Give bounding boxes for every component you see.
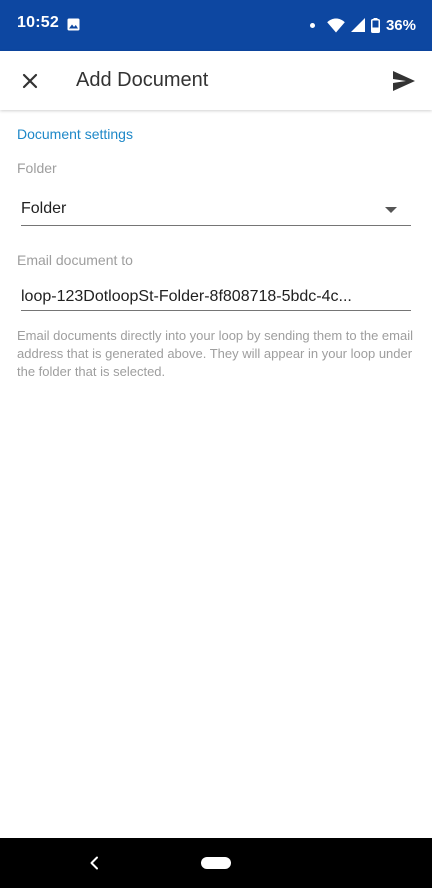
photo-icon bbox=[67, 18, 80, 31]
app-bar: Add Document bbox=[0, 51, 432, 110]
page-title: Add Document bbox=[76, 69, 209, 91]
home-pill-icon[interactable] bbox=[201, 857, 231, 869]
close-button[interactable] bbox=[14, 65, 46, 97]
section-title: Document settings bbox=[17, 126, 133, 142]
dropdown-caret-icon bbox=[385, 207, 397, 213]
cell-signal-icon bbox=[350, 18, 365, 32]
email-label: Email document to bbox=[17, 252, 133, 268]
help-text: Email documents directly into your loop … bbox=[17, 328, 413, 379]
notification-dot-icon bbox=[309, 22, 315, 28]
folder-label: Folder bbox=[17, 160, 57, 176]
send-button[interactable] bbox=[388, 65, 420, 97]
status-bar: 10:52 36% bbox=[0, 0, 432, 51]
wifi-icon bbox=[327, 17, 345, 32]
close-icon bbox=[22, 73, 38, 89]
folder-select-value: Folder bbox=[21, 200, 67, 217]
folder-select[interactable]: Folder bbox=[21, 190, 411, 226]
battery-icon bbox=[370, 17, 380, 33]
battery-percentage: 36% bbox=[385, 16, 416, 34]
send-icon bbox=[393, 71, 415, 91]
email-address-field[interactable]: loop-123DotloopSt-Folder-8f808718-5bdc-4… bbox=[21, 281, 411, 311]
back-button[interactable] bbox=[82, 851, 106, 875]
status-indicators: 36% bbox=[309, 14, 416, 36]
back-chevron-icon bbox=[90, 856, 98, 870]
status-time: 10:52 bbox=[17, 14, 59, 31]
system-nav-bar bbox=[0, 838, 432, 888]
